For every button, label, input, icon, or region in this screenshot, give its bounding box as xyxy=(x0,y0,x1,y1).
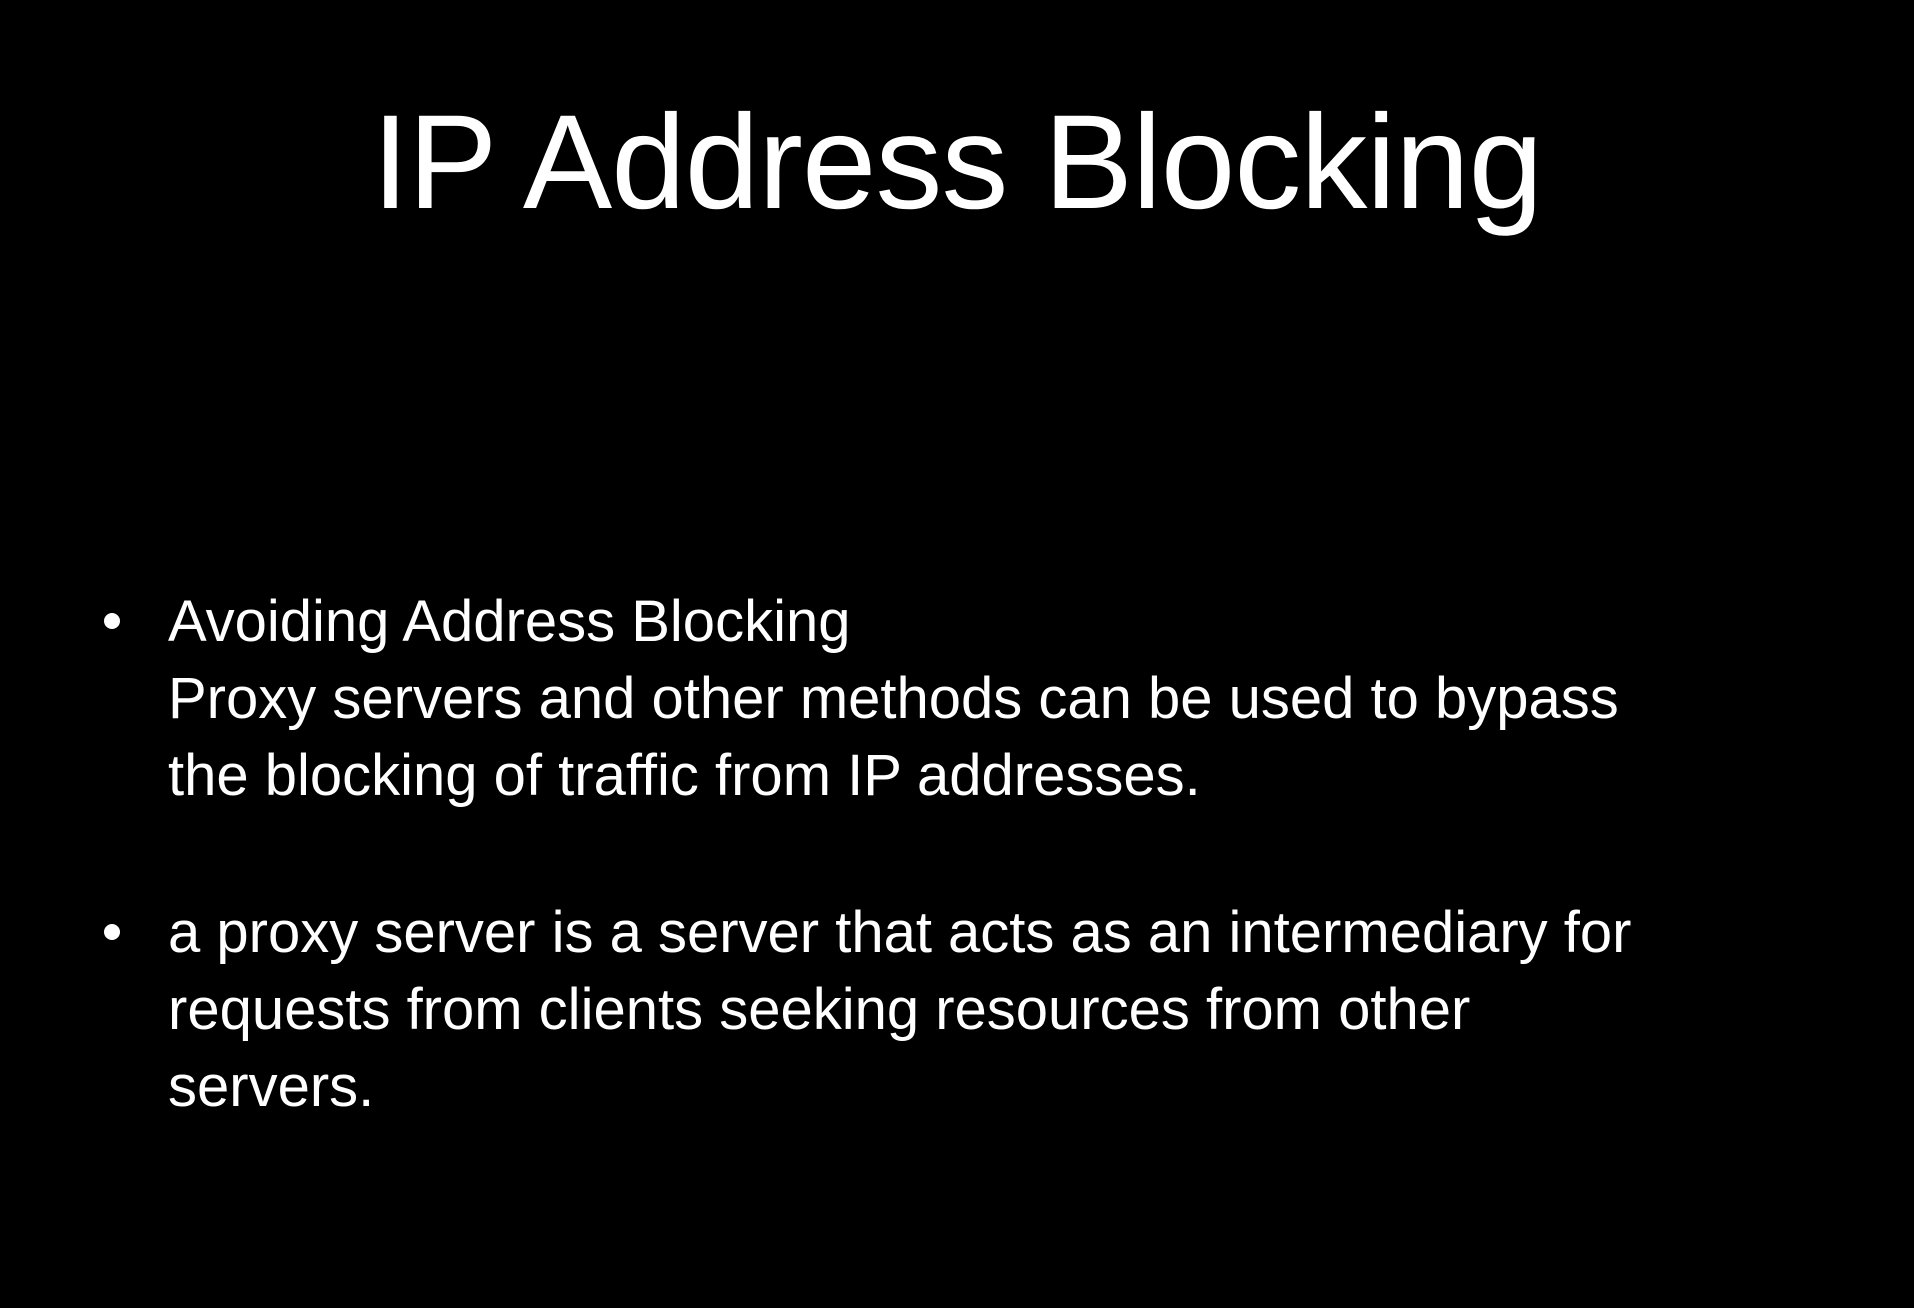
bullet-text-line: servers. xyxy=(168,1054,375,1119)
bullet-text-line: requests from clients seeking resources … xyxy=(168,977,1471,1042)
bullet-icon xyxy=(104,924,120,940)
bullet-item-address-blocking: Avoiding Address Blocking Proxy servers … xyxy=(100,583,1820,814)
slide-title: IP Address Blocking xyxy=(371,88,1543,237)
slide: IP Address Blocking Avoiding Address Blo… xyxy=(0,0,1914,1308)
bullet-text-line: the blocking of traffic from IP addresse… xyxy=(168,743,1201,808)
bullet-text-line: a proxy server is a server that acts as … xyxy=(168,900,1632,965)
bullet-item-proxy-definition: a proxy server is a server that acts as … xyxy=(100,894,1820,1125)
bullet-list: Avoiding Address Blocking Proxy servers … xyxy=(100,583,1820,1125)
bullet-heading: Avoiding Address Blocking xyxy=(168,589,851,654)
bullet-icon xyxy=(104,613,120,629)
bullet-text-line: Proxy servers and other methods can be u… xyxy=(168,666,1619,731)
